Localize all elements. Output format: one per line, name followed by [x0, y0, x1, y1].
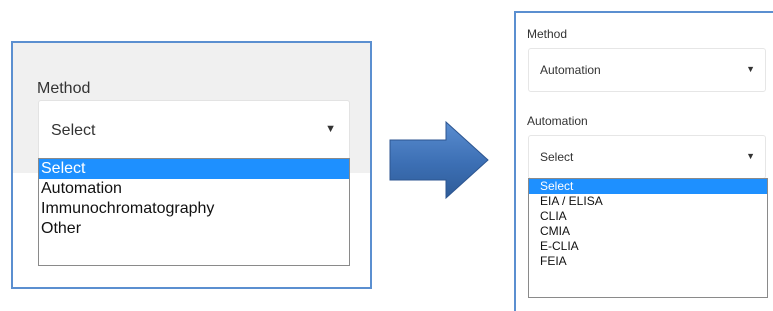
method-label: Method	[527, 27, 568, 41]
method-select[interactable]: Select ▼	[38, 100, 350, 160]
option-select[interactable]: Select	[39, 159, 349, 179]
after-panel: Method Automation ▼ Automation Select ▼ …	[514, 11, 773, 311]
option-other[interactable]: Other	[39, 219, 349, 239]
right-arrow-icon	[389, 120, 489, 200]
option-feia[interactable]: FEIA	[529, 254, 767, 269]
method-options-list[interactable]: Select Automation Immunochromatography O…	[38, 158, 350, 266]
option-select[interactable]: Select	[529, 179, 767, 194]
dropdown-caret-icon: ▼	[325, 123, 336, 135]
automation-select-value: Select	[540, 150, 574, 164]
dropdown-caret-icon: ▼	[746, 151, 755, 161]
method-select-value: Select	[51, 122, 96, 139]
option-cmia[interactable]: CMIA	[529, 224, 767, 239]
before-panel: Method Select ▼ Select Automation Immuno…	[11, 41, 372, 289]
automation-label: Automation	[527, 114, 588, 128]
automation-select[interactable]: Select ▼	[528, 135, 766, 179]
method-select[interactable]: Automation ▼	[528, 48, 766, 92]
option-eia-elisa[interactable]: EIA / ELISA	[529, 194, 767, 209]
automation-options-list[interactable]: Select EIA / ELISA CLIA CMIA E-CLIA FEIA	[528, 178, 768, 298]
method-label: Method	[37, 80, 91, 97]
option-clia[interactable]: CLIA	[529, 209, 767, 224]
option-automation[interactable]: Automation	[39, 179, 349, 199]
option-e-clia[interactable]: E-CLIA	[529, 239, 767, 254]
method-select-value: Automation	[540, 63, 601, 77]
dropdown-caret-icon: ▼	[746, 64, 755, 74]
option-immunochromatography[interactable]: Immunochromatography	[39, 199, 349, 219]
